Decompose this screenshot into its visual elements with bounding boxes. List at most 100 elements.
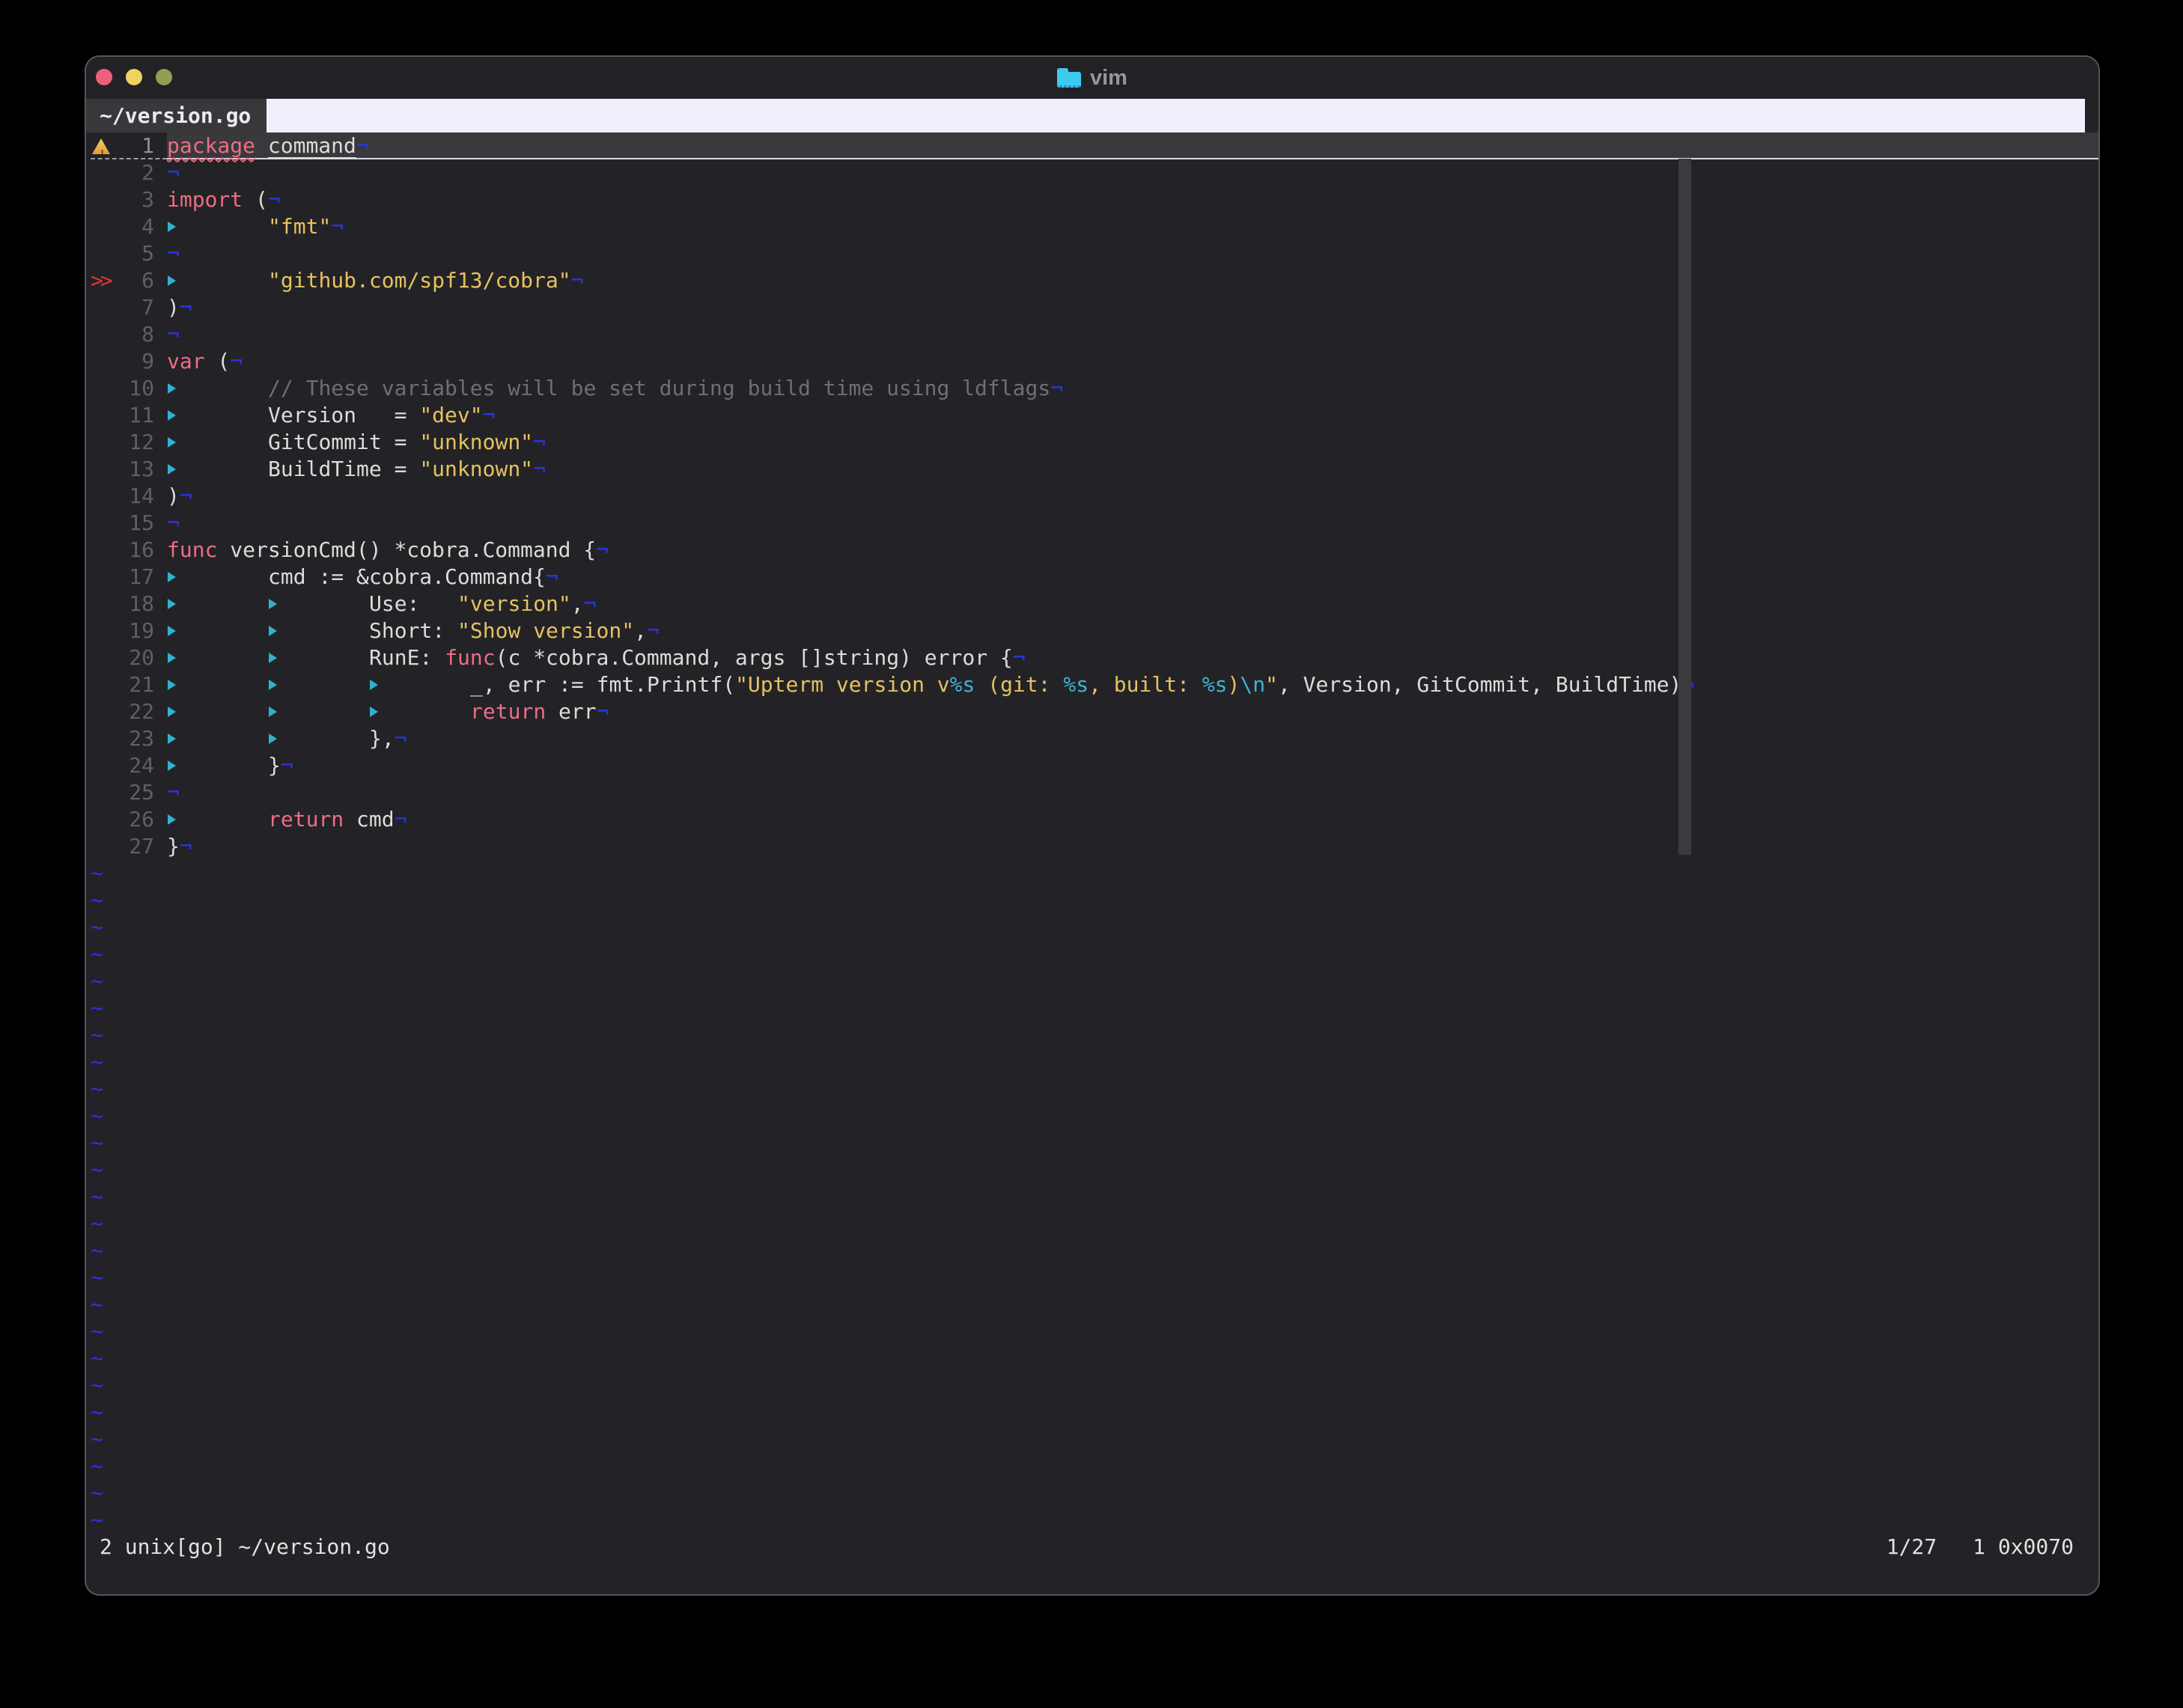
code-line[interactable]: 24 }¬ <box>86 752 2098 779</box>
eol-marker: ¬ <box>230 349 243 373</box>
code-line[interactable]: 3import (¬ <box>86 186 2098 213</box>
eol-marker: ¬ <box>395 726 407 751</box>
code-text[interactable]: )¬ <box>167 483 2098 510</box>
empty-line: ~ <box>86 1399 2098 1426</box>
code-text[interactable]: "fmt"¬ <box>167 213 2098 240</box>
empty-line-tilde: ~ <box>91 1318 103 1345</box>
empty-line: ~ <box>86 887 2098 914</box>
tab-indent-icon <box>167 375 180 402</box>
tab-indent-icon <box>268 671 281 698</box>
code-line[interactable]: 11 Version = "dev"¬ <box>86 402 2098 429</box>
code-line[interactable]: 16 func versionCmd() *cobra.Command {¬ <box>86 537 2098 564</box>
empty-line-tilde: ~ <box>91 860 103 887</box>
code-text[interactable]: GitCommit = "unknown"¬ <box>167 429 2098 456</box>
code-line[interactable]: 10 // These variables will be set during… <box>86 375 2098 402</box>
gutter: 15 <box>91 510 167 537</box>
gutter: 22 <box>91 698 167 725</box>
code-text[interactable]: return err¬ <box>167 698 2098 725</box>
line-number: 21 <box>116 671 154 698</box>
code-line[interactable]: 13 BuildTime = "unknown"¬ <box>86 456 2098 483</box>
eol-marker: ¬ <box>647 618 660 643</box>
code-text[interactable]: "github.com/spf13/cobra"¬ <box>167 267 2098 294</box>
code-line[interactable]: 22 return err¬ <box>86 698 2098 725</box>
tab-indent-icon <box>167 671 180 698</box>
code-text[interactable]: }¬ <box>167 752 2098 779</box>
code-line[interactable]: 25¬ <box>86 779 2098 806</box>
empty-line-tilde: ~ <box>91 1210 103 1237</box>
empty-line-tilde: ~ <box>91 1480 103 1507</box>
code-line[interactable]: 18 Use: "version",¬ <box>86 591 2098 617</box>
code-line[interactable]: 15¬ <box>86 510 2098 537</box>
eol-marker: ¬ <box>268 187 281 212</box>
tab-bar-empty-area[interactable] <box>267 99 2085 132</box>
code-text[interactable]: package command¬ <box>167 132 2098 159</box>
code-line[interactable]: 4 "fmt"¬ <box>86 213 2098 240</box>
code-text[interactable]: RunE: func(c *cobra.Command, args []stri… <box>167 644 2098 671</box>
code-line[interactable]: 12 GitCommit = "unknown"¬ <box>86 429 2098 456</box>
eol-marker: ¬ <box>1013 645 1026 670</box>
code-text[interactable]: import (¬ <box>167 186 2098 213</box>
code-text[interactable]: func versionCmd() *cobra.Command {¬ <box>167 537 2098 564</box>
code-text[interactable]: BuildTime = "unknown"¬ <box>167 456 2098 483</box>
code-line[interactable]: 19 Short: "Show version",¬ <box>86 617 2098 644</box>
code-line[interactable]: 2¬ <box>86 159 2098 186</box>
empty-line: ~ <box>86 1156 2098 1183</box>
code-text[interactable]: }¬ <box>167 833 2098 860</box>
line-number: 2 <box>116 159 154 186</box>
gutter: 9 <box>91 348 167 375</box>
code-line[interactable]: 5¬ <box>86 240 2098 267</box>
line-number: 14 <box>116 483 154 510</box>
code-text[interactable]: _, err := fmt.Printf("Upterm version v%s… <box>167 671 2098 698</box>
code-line[interactable]: 14 )¬ <box>86 483 2098 510</box>
code-line[interactable]: 8¬ <box>86 321 2098 348</box>
code-text[interactable]: ¬ <box>167 159 2098 186</box>
code-line[interactable]: 1package command¬ <box>86 132 2098 159</box>
empty-line: ~ <box>86 1210 2098 1237</box>
gutter: 27 <box>91 833 167 860</box>
tab-indent-icon <box>167 267 180 294</box>
code-line[interactable]: 26 return cmd¬ <box>86 806 2098 833</box>
command-line[interactable] <box>86 1561 2098 1594</box>
line-number: 7 <box>116 294 154 321</box>
eol-marker: ¬ <box>395 807 407 832</box>
code-line[interactable]: >>6 "github.com/spf13/cobra"¬ <box>86 267 2098 294</box>
tab-indent-icon <box>268 725 281 752</box>
empty-line: ~ <box>86 1318 2098 1345</box>
code-line[interactable]: 7 )¬ <box>86 294 2098 321</box>
empty-line: ~ <box>86 1076 2098 1102</box>
eol-marker: ¬ <box>597 699 609 724</box>
titlebar[interactable]: vim <box>86 57 2098 99</box>
tab-indent-icon <box>268 644 281 671</box>
code-text[interactable]: return cmd¬ <box>167 806 2098 833</box>
code-line[interactable]: 20 RunE: func(c *cobra.Command, args []s… <box>86 644 2098 671</box>
empty-line-tilde: ~ <box>91 1345 103 1372</box>
code-line[interactable]: 23 },¬ <box>86 725 2098 752</box>
eol-marker: ¬ <box>167 322 180 347</box>
code-line[interactable]: 27}¬ <box>86 833 2098 860</box>
code-line[interactable]: 17 cmd := &cobra.Command{¬ <box>86 564 2098 591</box>
code-text[interactable]: )¬ <box>167 294 2098 321</box>
line-number: 16 <box>116 537 154 564</box>
tab-version-go[interactable]: ~/version.go <box>86 99 267 132</box>
code-text[interactable]: ¬ <box>167 510 2098 537</box>
line-number: 4 <box>116 213 154 240</box>
code-text[interactable]: Use: "version",¬ <box>167 591 2098 617</box>
code-text[interactable]: Short: "Show version",¬ <box>167 617 2098 644</box>
code-text[interactable]: cmd := &cobra.Command{¬ <box>167 564 2098 591</box>
code-text[interactable]: Version = "dev"¬ <box>167 402 2098 429</box>
code-text[interactable]: var (¬ <box>167 348 2098 375</box>
code-text[interactable]: // These variables will be set during bu… <box>167 375 2098 402</box>
code-text[interactable]: ¬ <box>167 321 2098 348</box>
line-number: 5 <box>116 240 154 267</box>
gutter: >>6 <box>91 267 167 294</box>
tab-indent-icon <box>167 806 180 833</box>
tab-indent-icon <box>167 617 180 644</box>
code-text[interactable]: ¬ <box>167 779 2098 806</box>
code-line[interactable]: 9var (¬ <box>86 348 2098 375</box>
code-text[interactable]: ¬ <box>167 240 2098 267</box>
editor-buffer[interactable]: 1package command¬2¬3import (¬4 "fmt"¬5¬>… <box>86 132 2098 1534</box>
tab-bar-endcap <box>2085 99 2098 132</box>
scrollbar[interactable] <box>1678 159 1691 855</box>
code-text[interactable]: },¬ <box>167 725 2098 752</box>
code-line[interactable]: 21 _, err := fmt.Printf("Upterm version … <box>86 671 2098 698</box>
